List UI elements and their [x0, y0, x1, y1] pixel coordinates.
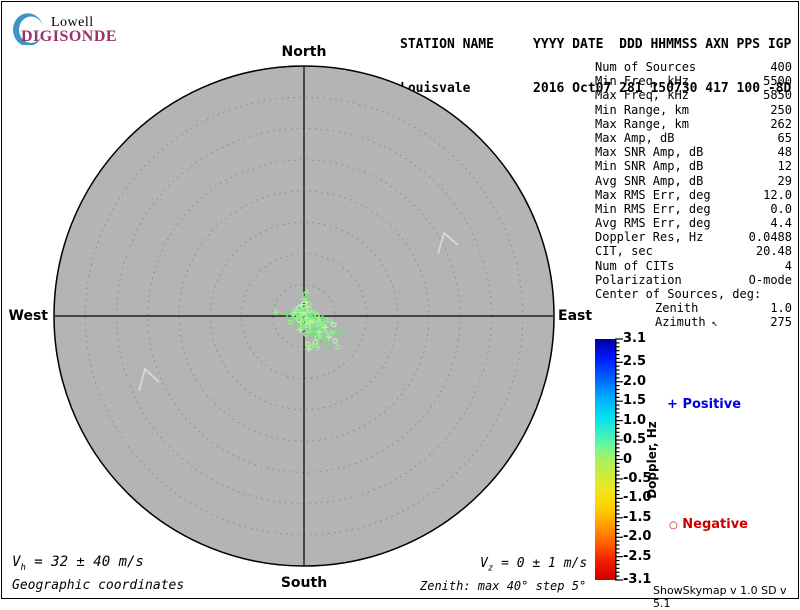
compass-label-north: North — [281, 44, 327, 60]
param-value: 4.4 — [770, 216, 792, 231]
param-row: Max RMS Err, deg 12.0 — [595, 188, 792, 202]
colorbar-tick-label: 2.5 — [623, 354, 647, 370]
parameter-list: Num of Sources 400 Min Freq, kHz 5500 Max Fr… — [595, 60, 792, 330]
legend-positive: + Positive — [667, 397, 741, 412]
software-version: ShowSkymap v 1.0 SD v 5.1 — [653, 584, 787, 610]
colorbar-axis-label: Doppler, Hz — [645, 421, 659, 499]
param-value: 1.0 — [770, 301, 792, 316]
param-row: Center of Sources, deg: — [595, 287, 792, 301]
param-row: Min Freq, kHz 5500 — [595, 74, 792, 88]
param-row: Max Freq, kHz 5850 — [595, 88, 792, 102]
param-row: Max Range, km 262 — [595, 117, 792, 131]
param-label: Num of Sources — [595, 60, 697, 74]
param-row: Polarization O-mode — [595, 273, 792, 287]
param-label: Max Freq, kHz — [595, 88, 689, 103]
param-row: CIT, sec 20.48 — [595, 244, 792, 258]
param-value: 275 — [770, 315, 792, 330]
param-value: 29 — [777, 173, 792, 188]
param-value: 250 — [770, 102, 792, 117]
param-label: Avg SNR Amp, dB — [595, 173, 704, 188]
colorbar-tick-label: -1.5 — [623, 509, 652, 525]
param-label: Max Amp, dB — [595, 130, 675, 145]
param-label: Center of Sources, deg: — [595, 287, 762, 301]
param-label: Avg RMS Err, deg — [595, 216, 711, 231]
param-value: 262 — [770, 116, 792, 131]
negative-marker-icon: ○ — [669, 520, 678, 531]
param-row: Avg SNR Amp, dB 29 — [595, 174, 792, 188]
param-label: Azimuth ↖ — [655, 315, 718, 330]
colorbar-tick-label: 0 — [623, 451, 633, 467]
param-value: 20.48 — [755, 244, 792, 259]
colorbar-tick-label: -3.1 — [623, 572, 652, 587]
param-label: Min Freq, kHz — [595, 74, 689, 89]
param-value: 5850 — [763, 88, 792, 103]
param-label: Polarization — [595, 272, 682, 287]
param-label: Doppler Res, Hz — [595, 230, 704, 245]
param-value: 0.0488 — [748, 230, 792, 245]
colorbar-tick-label: 0.5 — [623, 432, 647, 448]
param-value: 48 — [777, 145, 792, 160]
param-value: 5500 — [763, 74, 792, 89]
param-row: Num of Sources 400 — [595, 60, 792, 74]
param-row: Zenith 1.0 — [595, 301, 792, 315]
param-label: Max RMS Err, deg — [595, 187, 711, 202]
colorbar-tick-label: -2.5 — [623, 548, 652, 564]
param-row: Azimuth ↖ 275 — [595, 315, 792, 329]
colorbar-tick-label: -2.0 — [623, 529, 652, 545]
azimuth-direction-arrow-icon: ↖ — [705, 318, 718, 330]
param-value: O-mode — [748, 272, 792, 287]
param-row: Min Range, km 250 — [595, 103, 792, 117]
param-row: Max Amp, dB 65 — [595, 131, 792, 145]
vh-value: = 32 ± 40 m/s — [25, 554, 144, 570]
coordinate-system-label: Geographic coordinates — [12, 578, 185, 593]
app-frame: Lowell DIGISONDE STATION NAME YYYY DATE … — [1, 1, 799, 610]
param-value: 4 — [784, 258, 792, 273]
skymap-plot — [53, 65, 555, 567]
vz-symbol: V — [480, 556, 488, 571]
param-value: 12.0 — [763, 187, 792, 202]
param-label: Zenith — [655, 301, 699, 316]
legend-negative: ○ Negative — [669, 517, 748, 532]
logo-text-digisonde: DIGISONDE — [21, 28, 118, 45]
param-row: Max SNR Amp, dB 48 — [595, 145, 792, 159]
legend-negative-label: Negative — [682, 517, 749, 532]
lowell-digisonde-logo: Lowell DIGISONDE — [2, 2, 132, 52]
param-row: Min SNR Amp, dB 12 — [595, 159, 792, 173]
param-row: Avg RMS Err, deg 4.4 — [595, 216, 792, 230]
param-value: 65 — [777, 130, 792, 145]
zenith-scale-info: Zenith: max 40° step 5° — [420, 579, 587, 593]
colorbar-tick-label: 1.5 — [623, 393, 647, 409]
param-label: Min Range, km — [595, 102, 689, 117]
param-value: 12 — [777, 159, 792, 174]
horizontal-velocity-readout: Vh = 32 ± 40 m/s — [12, 554, 144, 573]
colorbar-tick-label: 2.0 — [623, 373, 647, 389]
colorbar-tick-label: 1.0 — [623, 412, 647, 428]
param-label: Max Range, km — [595, 116, 689, 131]
param-value: 400 — [770, 60, 792, 74]
param-row: Num of CITs 4 — [595, 259, 792, 273]
param-label: CIT, sec — [595, 244, 653, 259]
param-label: Min RMS Err, deg — [595, 201, 711, 216]
vertical-velocity-readout: Vz = 0 ± 1 m/s — [480, 556, 587, 574]
doppler-colorbar — [595, 339, 615, 580]
param-label: Max SNR Amp, dB — [595, 145, 704, 160]
param-row: Doppler Res, Hz 0.0488 — [595, 230, 792, 244]
param-label: Min SNR Amp, dB — [595, 159, 704, 174]
compass-label-south: South — [280, 575, 328, 591]
legend-positive-label: Positive — [682, 397, 742, 412]
param-label: Num of CITs — [595, 258, 675, 273]
vz-value: = 0 ± 1 m/s — [493, 556, 588, 571]
header-columns-row: STATION NAME YYYY DATE DDD HHMMSS AXN PP… — [400, 37, 792, 52]
param-value: 0.0 — [770, 201, 792, 216]
param-row: Min RMS Err, deg 0.0 — [595, 202, 792, 216]
positive-marker-icon: + — [667, 397, 678, 412]
compass-label-west: West — [8, 308, 48, 324]
colorbar-tick-label: 3.1 — [623, 331, 647, 346]
